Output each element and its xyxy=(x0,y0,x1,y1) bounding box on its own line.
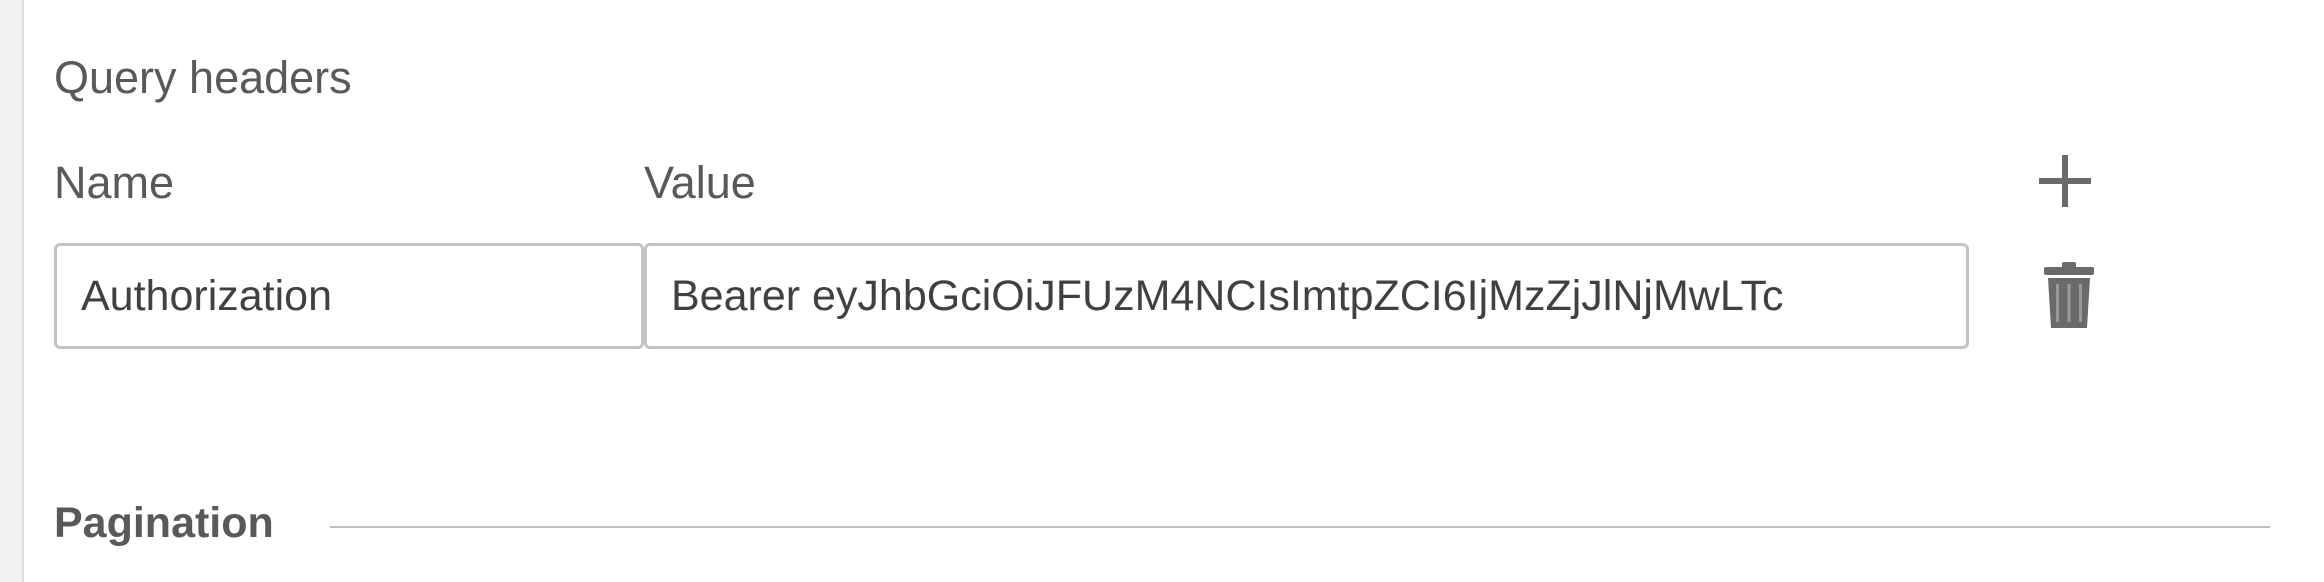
section-divider xyxy=(330,526,2270,528)
pagination-section-title: Pagination xyxy=(54,499,274,547)
value-column-label: Value xyxy=(644,157,756,208)
name-column-label: Name xyxy=(54,157,175,208)
query-headers-title: Query headers xyxy=(54,52,352,103)
delete-header-button[interactable] xyxy=(2042,262,2096,330)
add-header-button[interactable] xyxy=(2034,150,2096,212)
trash-icon xyxy=(2044,262,2094,328)
header-name-input[interactable] xyxy=(54,243,644,349)
header-value-input[interactable] xyxy=(644,243,1969,349)
